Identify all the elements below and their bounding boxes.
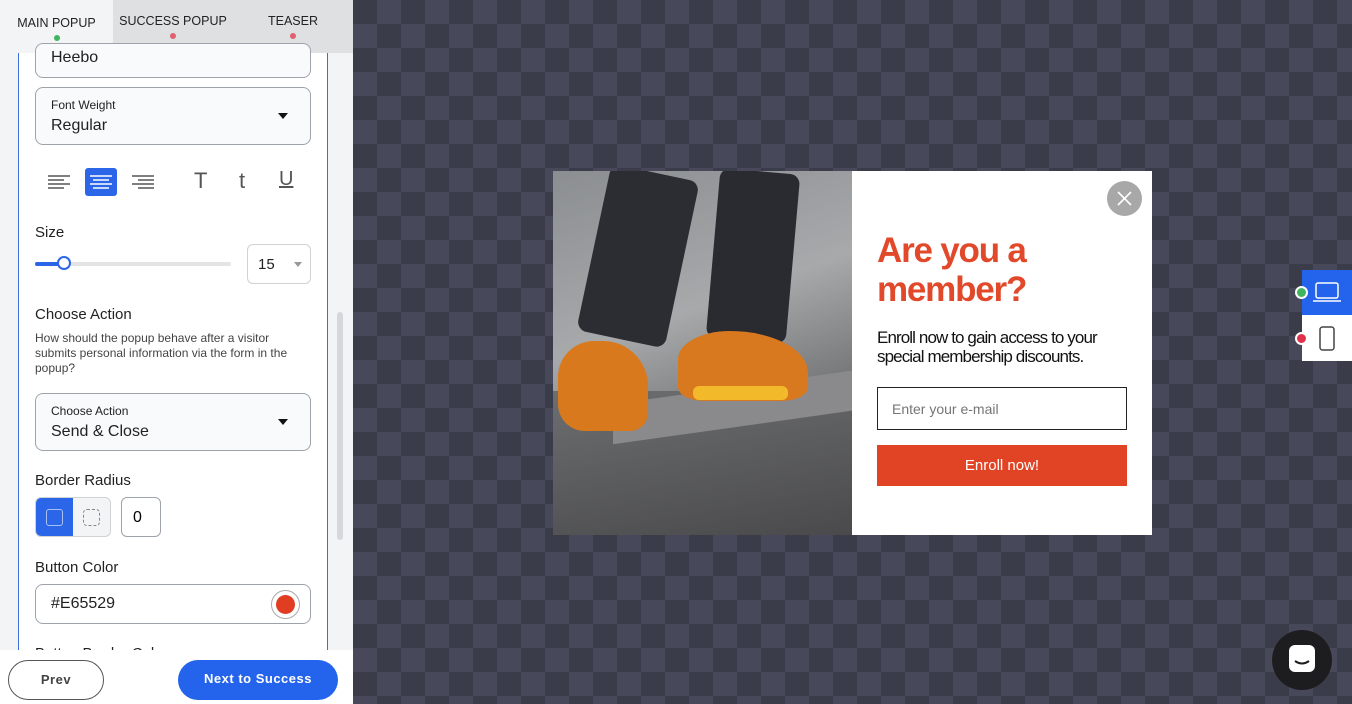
align-center-icon	[90, 175, 112, 189]
field-value: Send & Close	[51, 423, 149, 440]
border-radius-input[interactable]: 0	[121, 497, 161, 537]
status-dot	[290, 33, 296, 39]
popup-content: Are you a member? Enroll now to gain acc…	[852, 171, 1152, 535]
rounded-corners-icon[interactable]	[83, 509, 100, 526]
choose-action-select[interactable]: Choose Action Send & Close	[35, 393, 311, 451]
align-left-icon[interactable]	[47, 173, 71, 191]
border-radius-label: Border Radius	[35, 472, 131, 489]
caret-down-icon	[294, 262, 302, 267]
sneakers-photo	[553, 171, 852, 535]
align-right-icon[interactable]	[131, 173, 155, 191]
prev-button[interactable]: Prev	[8, 660, 104, 700]
caret-down-icon	[278, 113, 288, 119]
popup-title: Are you a member?	[877, 231, 1027, 309]
chat-button[interactable]	[1272, 630, 1332, 690]
status-dot	[53, 35, 60, 41]
size-label: Size	[35, 224, 65, 241]
desktop-view-button[interactable]	[1302, 270, 1352, 315]
tab-label: SUCCESS POPUP	[119, 14, 227, 28]
choose-action-heading: Choose Action	[35, 306, 132, 323]
field-label: Font Weight	[51, 98, 116, 112]
sidebar-footer: Prev Next to Success	[0, 650, 353, 704]
field-value: Regular	[51, 117, 108, 134]
border-radius-value: 0	[133, 509, 142, 526]
button-color-input[interactable]: #E65529	[35, 584, 311, 624]
close-button[interactable]	[1107, 181, 1142, 216]
align-center-button[interactable]	[85, 168, 117, 196]
mobile-status-dot	[1295, 332, 1308, 345]
close-icon	[1117, 191, 1132, 206]
size-slider[interactable]	[35, 256, 231, 270]
text-format-toolbar: T t U	[47, 168, 307, 198]
popup-preview: Are you a member? Enroll now to gain acc…	[553, 171, 1152, 535]
slider-thumb[interactable]	[57, 256, 71, 270]
tab-label: TEASER	[267, 14, 318, 28]
font-family-select[interactable]: Heebo	[35, 43, 311, 78]
button-color-label: Button Color	[35, 559, 119, 576]
next-to-success-button[interactable]: Next to Success	[178, 660, 338, 700]
caret-down-icon	[278, 419, 288, 425]
mobile-view-button[interactable]	[1302, 316, 1352, 361]
email-input[interactable]	[877, 387, 1127, 430]
device-toggle	[1302, 270, 1352, 361]
popup-subtitle: Enroll now to gain access to your specia…	[877, 328, 1098, 366]
size-value: 15	[258, 256, 275, 273]
square-icon	[46, 509, 63, 526]
enroll-button[interactable]: Enroll now!	[877, 445, 1127, 486]
border-radius-toggle	[35, 497, 111, 537]
swatch-fill	[276, 595, 295, 614]
laptop-icon	[1313, 282, 1341, 302]
tab-label: MAIN POPUP	[17, 16, 96, 30]
font-weight-select[interactable]: Font Weight Regular	[35, 87, 311, 145]
color-swatch[interactable]	[271, 590, 300, 619]
uppercase-icon[interactable]: T	[194, 168, 207, 194]
underline-icon[interactable]: U	[279, 168, 293, 191]
mobile-icon	[1319, 326, 1335, 351]
choose-action-description: How should the popup behave after a visi…	[35, 331, 288, 375]
sidebar-scrollbar[interactable]	[337, 312, 343, 540]
square-corners-button[interactable]	[36, 498, 73, 536]
field-label: Choose Action	[51, 404, 129, 418]
desktop-status-dot	[1295, 286, 1308, 299]
lowercase-icon[interactable]: t	[239, 168, 245, 194]
chat-icon	[1289, 645, 1315, 672]
button-color-value: #E65529	[51, 595, 116, 612]
font-family-value: Heebo	[51, 49, 99, 66]
size-select[interactable]: 15	[247, 244, 311, 284]
settings-sidebar: MAIN POPUP SUCCESS POPUP TEASER Heebo Fo…	[0, 0, 353, 704]
settings-panel: Heebo Font Weight Regular T t U Size 15 …	[18, 43, 328, 693]
status-dot	[170, 33, 176, 39]
